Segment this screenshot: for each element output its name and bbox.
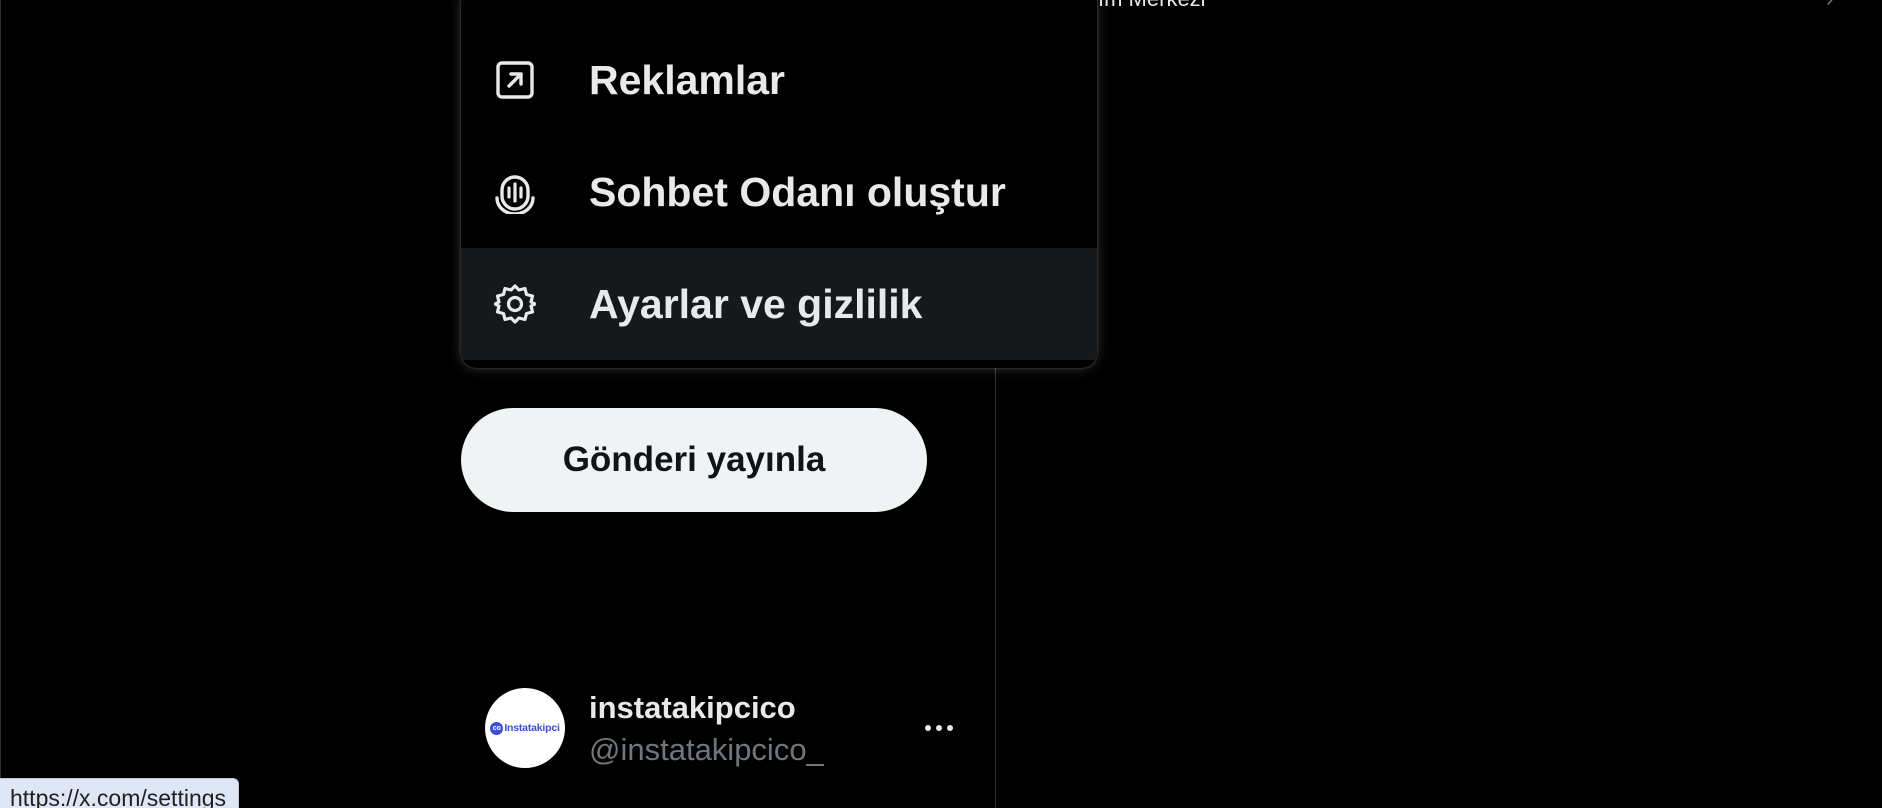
account-switcher[interactable]: co Instatakipci instatakipcico @instatak… [465, 676, 977, 780]
avatar-logo: co Instatakipci [490, 721, 560, 735]
avatar-logo-mark: co [490, 721, 504, 735]
menu-item-settings-privacy[interactable]: Ayarlar ve gizlilik [461, 248, 1097, 360]
help-center-link-text[interactable]: ım Merkezi [1098, 0, 1206, 12]
menu-item-ads[interactable]: Reklamlar [461, 24, 1097, 136]
dot [936, 725, 942, 731]
dot [947, 725, 953, 731]
column-divider [995, 368, 996, 808]
post-button[interactable]: Gönderi yayınla [461, 408, 927, 512]
dot [925, 725, 931, 731]
account-handle: @instatakipcico_ [589, 732, 824, 767]
x-home-page: ım Merkezi › Reklamlar [0, 0, 1882, 808]
avatar: co Instatakipci [485, 688, 565, 768]
chevron-right-icon: › [1826, 0, 1833, 12]
left-border [0, 0, 1, 808]
more-horizontal-icon[interactable] [915, 704, 963, 752]
status-bar-url: https://x.com/settings [0, 778, 240, 808]
microphone-spaces-icon [493, 170, 537, 214]
account-display-name: instatakipcico [589, 690, 796, 725]
more-menu-dropdown: Reklamlar Sohbet Odanı oluştur Ayarlar v… [461, 0, 1097, 368]
menu-item-label: Sohbet Odanı oluştur [589, 169, 1006, 215]
avatar-logo-text: Instatakipci [504, 722, 560, 734]
gear-icon [493, 282, 537, 326]
menu-item-create-space[interactable]: Sohbet Odanı oluştur [461, 136, 1097, 248]
menu-item-label: Reklamlar [589, 57, 786, 103]
menu-item-label: Ayarlar ve gizlilik [589, 281, 923, 327]
external-link-icon [493, 58, 537, 102]
